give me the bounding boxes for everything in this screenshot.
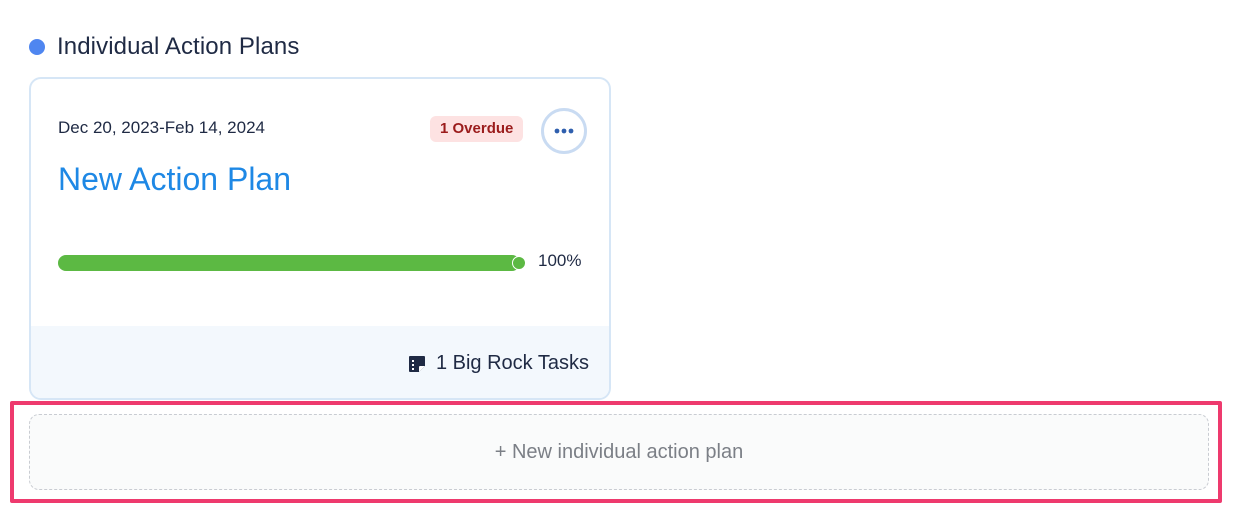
section-dot-icon [29,39,45,55]
card-footer: 1 Big Rock Tasks [31,326,609,398]
plan-title-link[interactable]: New Action Plan [58,161,291,198]
progress-bar-knob [512,256,526,270]
action-plan-card[interactable]: Dec 20, 2023-Feb 14, 2024 1 Overdue New … [29,77,611,400]
date-range: Dec 20, 2023-Feb 14, 2024 [58,118,265,137]
sticky-note-icon [408,355,426,373]
new-plan-label: + New individual action plan [494,440,744,463]
progress-bar-fill [58,255,520,271]
overdue-badge: 1 Overdue [430,116,524,142]
more-options-button[interactable] [541,108,587,154]
ellipsis-icon [554,128,574,134]
big-rock-tasks-link[interactable]: 1 Big Rock Tasks [408,352,589,375]
progress-bar [58,255,526,271]
new-individual-action-plan-button[interactable]: + New individual action plan [29,414,1209,490]
progress-label: 100% [538,251,582,270]
section-header: Individual Action Plans [29,30,299,64]
section-title: Individual Action Plans [57,33,300,60]
big-rock-tasks-label: 1 Big Rock Tasks [435,352,589,374]
